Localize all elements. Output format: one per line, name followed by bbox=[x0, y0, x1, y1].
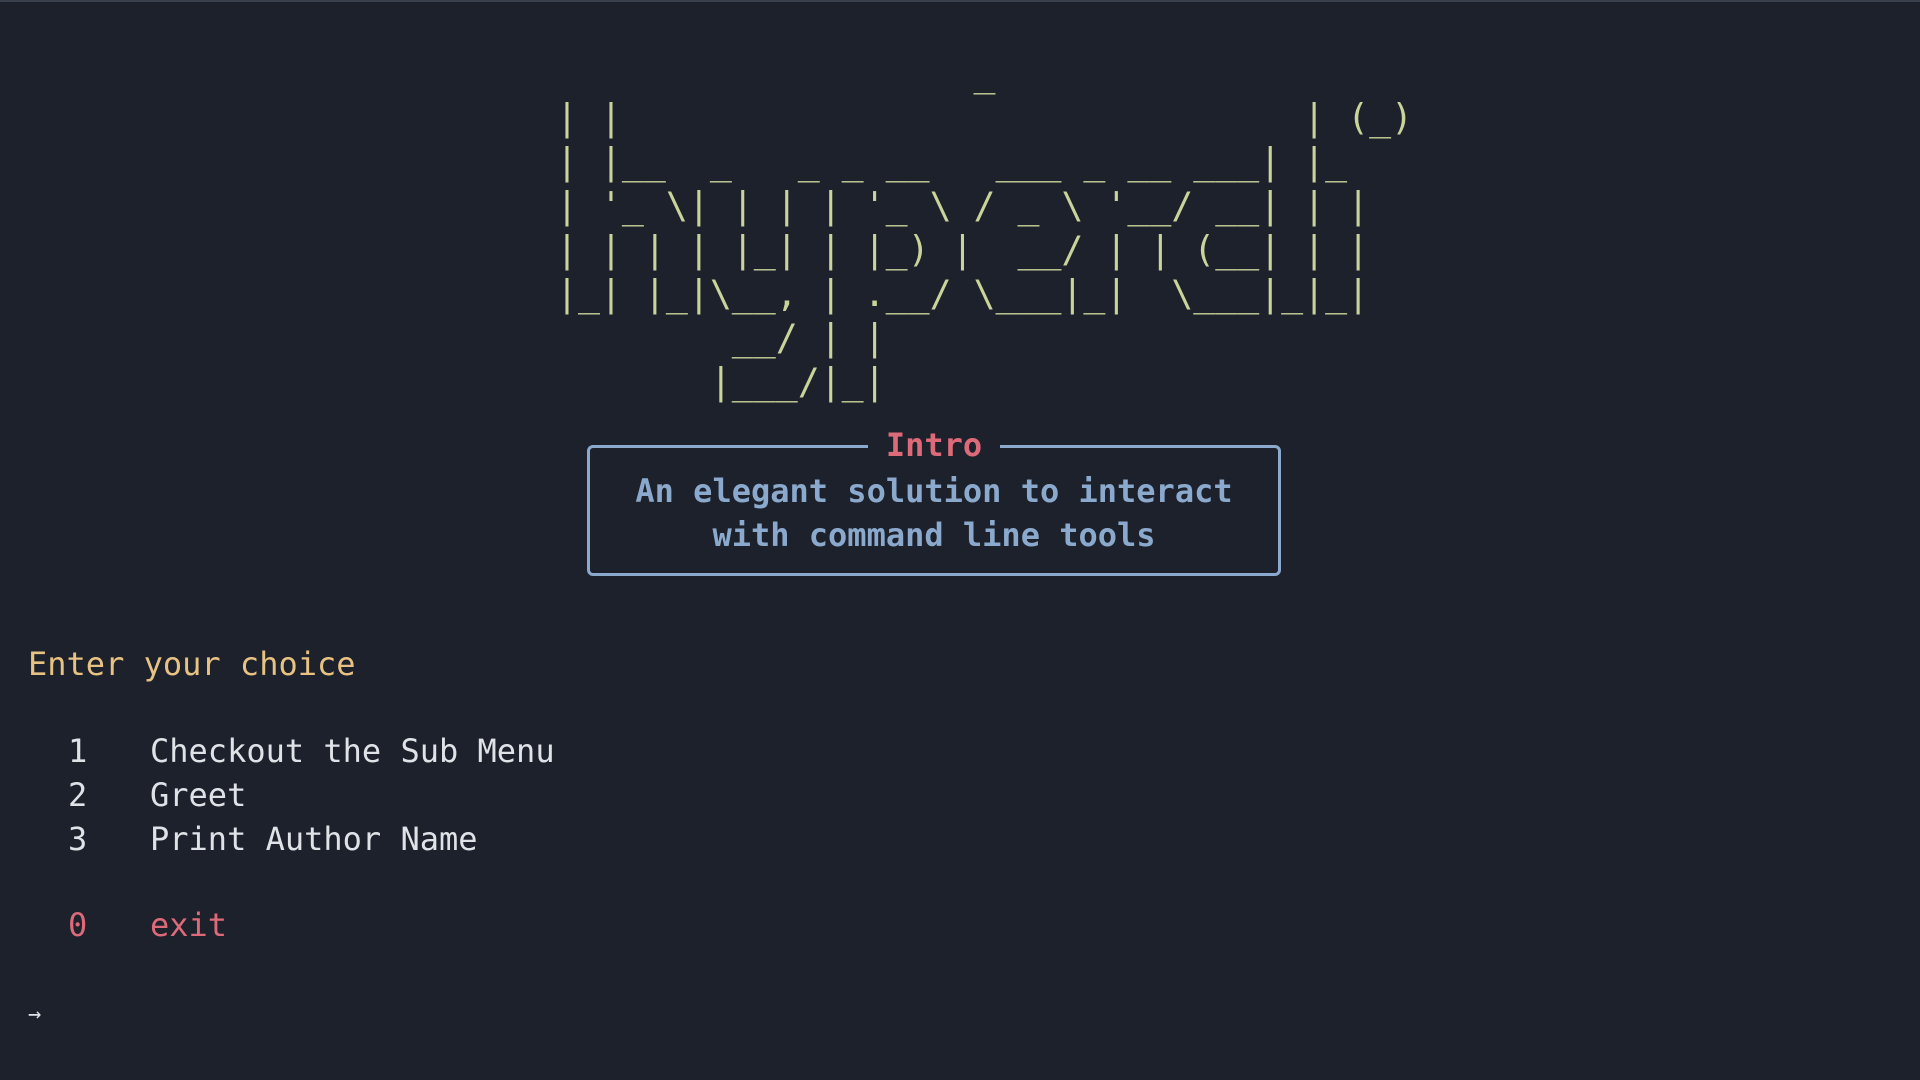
intro-description: An elegant solution to interact with com… bbox=[590, 469, 1278, 557]
window-top-border bbox=[0, 0, 1920, 2]
intro-line-1: An elegant solution to interact bbox=[635, 472, 1233, 510]
ascii-banner: _ | | | (_) | |__ _ _ _ __ ___ _ __ ___|… bbox=[556, 52, 1414, 403]
menu-item-key: 0 bbox=[68, 906, 88, 944]
menu-item-print-author[interactable]: 3 Print Author Name bbox=[0, 817, 478, 861]
menu-item-label: exit bbox=[150, 906, 228, 944]
menu-item-key: 1 bbox=[68, 732, 88, 770]
menu-item-label: Print Author Name bbox=[150, 820, 478, 858]
menu-item-key: 2 bbox=[68, 776, 88, 814]
menu-item-label: Greet bbox=[150, 776, 247, 814]
prompt-heading: Enter your choice bbox=[28, 645, 356, 683]
menu-item-sub-menu[interactable]: 1 Checkout the Sub Menu bbox=[0, 729, 555, 773]
menu-list: 1 Checkout the Sub Menu 2 Greet 3 Print … bbox=[0, 729, 555, 861]
intro-title-text: Intro bbox=[867, 426, 1001, 464]
menu-item-exit[interactable]: 0 exit bbox=[0, 903, 227, 947]
input-prompt-arrow-icon[interactable]: → bbox=[28, 998, 41, 1032]
intro-panel: Intro An elegant solution to interact wi… bbox=[587, 426, 1281, 576]
intro-line-2: with command line tools bbox=[712, 516, 1156, 554]
menu-item-label: Checkout the Sub Menu bbox=[150, 732, 555, 770]
menu-item-key: 3 bbox=[68, 820, 88, 858]
intro-panel-title: Intro bbox=[590, 426, 1278, 464]
menu-item-greet[interactable]: 2 Greet bbox=[0, 773, 246, 817]
